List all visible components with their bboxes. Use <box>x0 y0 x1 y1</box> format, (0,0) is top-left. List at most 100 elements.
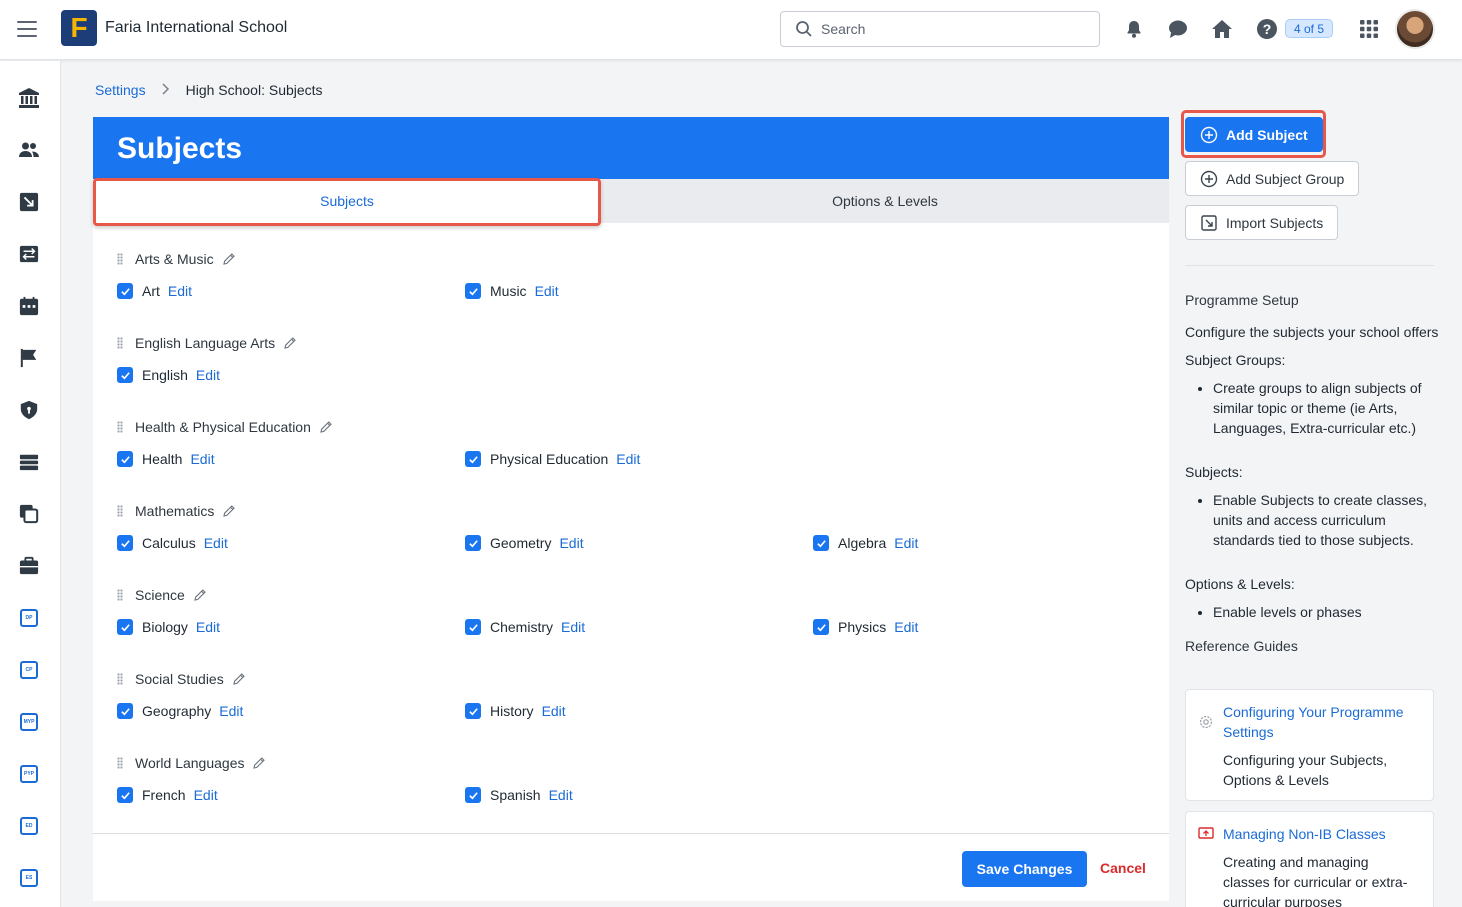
import-subjects-button[interactable]: Import Subjects <box>1185 205 1339 240</box>
drag-handle-icon[interactable] <box>117 505 123 517</box>
subject-checkbox[interactable] <box>465 451 481 467</box>
edit-subject-link[interactable]: Edit <box>190 451 214 467</box>
pencil-icon[interactable] <box>222 504 236 518</box>
add-subject-button[interactable]: Add Subject <box>1185 117 1323 152</box>
school-name[interactable]: Faria International School <box>105 19 287 37</box>
subject-checkbox[interactable] <box>465 283 481 299</box>
card-header: Subjects <box>93 117 1169 179</box>
edit-subject-link[interactable]: Edit <box>616 451 640 467</box>
checkmark-icon <box>120 371 130 379</box>
drag-handle-icon[interactable] <box>117 337 123 349</box>
people-icon[interactable] <box>18 139 40 161</box>
subject-checkbox[interactable] <box>117 451 133 467</box>
guide-link[interactable]: Configuring Your Programme Settings <box>1223 702 1419 742</box>
pencil-icon[interactable] <box>252 756 266 770</box>
subject-item: Biology Edit <box>117 617 220 637</box>
cancel-button[interactable]: Cancel <box>1100 860 1146 876</box>
drag-handle-icon[interactable] <box>117 757 123 769</box>
programme-cp-icon[interactable]: CP <box>18 659 40 681</box>
briefcase-icon[interactable] <box>18 555 40 577</box>
subject-checkbox[interactable] <box>117 283 133 299</box>
school-logo[interactable]: F <box>61 10 97 46</box>
chat-icon[interactable] <box>1166 17 1190 41</box>
page-title: Subjects <box>117 131 243 165</box>
pencil-icon[interactable] <box>319 420 333 434</box>
programme-es-icon[interactable]: ES <box>18 867 40 889</box>
right-panel-divider <box>1185 265 1434 266</box>
edit-subject-link[interactable]: Edit <box>535 283 559 299</box>
subject-name: Physical Education <box>490 451 609 467</box>
subject-checkbox[interactable] <box>117 787 133 803</box>
subject-item: Music Edit <box>465 281 559 301</box>
subject-checkbox[interactable] <box>465 703 481 719</box>
edit-subject-link[interactable]: Edit <box>196 619 220 635</box>
subject-checkbox[interactable] <box>117 535 133 551</box>
subject-checkbox[interactable] <box>813 619 829 635</box>
menu-icon[interactable] <box>17 21 37 37</box>
drag-handle-icon[interactable] <box>117 589 123 601</box>
search-input[interactable] <box>821 21 1081 37</box>
flag-icon[interactable] <box>18 347 40 369</box>
subject-item: French Edit <box>117 785 218 805</box>
edit-subject-link[interactable]: Edit <box>894 619 918 635</box>
breadcrumb-settings-link[interactable]: Settings <box>95 82 146 98</box>
edit-subject-link[interactable]: Edit <box>168 283 192 299</box>
save-changes-button[interactable]: Save Changes <box>962 851 1087 887</box>
edit-subject-link[interactable]: Edit <box>561 619 585 635</box>
subject-group-name: Science <box>135 587 185 603</box>
edit-subject-link[interactable]: Edit <box>542 703 566 719</box>
transfer-icon[interactable] <box>18 243 40 265</box>
tab-subjects[interactable]: Subjects <box>93 179 601 223</box>
breadcrumb-current: High School: Subjects <box>185 82 323 98</box>
programme-pyp-icon[interactable]: PYP <box>18 763 40 785</box>
help-icon[interactable]: ? <box>1255 17 1279 41</box>
pencil-icon[interactable] <box>222 252 236 266</box>
tab-options-levels[interactable]: Options & Levels <box>601 179 1169 223</box>
checkmark-icon <box>468 539 478 547</box>
checkmark-icon <box>120 539 130 547</box>
programme-myp-icon[interactable]: MYP <box>18 711 40 733</box>
pencil-icon[interactable] <box>232 672 246 686</box>
programme-dp-icon[interactable]: DP <box>18 607 40 629</box>
school-building-icon[interactable] <box>18 87 40 109</box>
subject-group-name: Health & Physical Education <box>135 419 311 435</box>
drag-handle-icon[interactable] <box>117 673 123 685</box>
subject-checkbox[interactable] <box>813 535 829 551</box>
import-arrow-icon[interactable] <box>18 191 40 213</box>
drag-handle-icon[interactable] <box>117 253 123 265</box>
subject-item: Algebra Edit <box>813 533 918 553</box>
edit-subject-link[interactable]: Edit <box>549 787 573 803</box>
shield-icon[interactable] <box>18 399 40 421</box>
subject-checkbox[interactable] <box>117 619 133 635</box>
subject-name: Music <box>490 283 527 299</box>
subject-checkbox[interactable] <box>465 535 481 551</box>
add-subject-group-button[interactable]: Add Subject Group <box>1185 161 1360 196</box>
edit-subject-link[interactable]: Edit <box>194 787 218 803</box>
pencil-icon[interactable] <box>193 588 207 602</box>
apps-grid-icon[interactable] <box>1357 17 1381 41</box>
pencil-icon[interactable] <box>283 336 297 350</box>
edit-subject-link[interactable]: Edit <box>559 535 583 551</box>
add-subject-label: Add Subject <box>1226 126 1308 143</box>
user-avatar[interactable] <box>1395 9 1435 49</box>
calendar-icon[interactable] <box>18 295 40 317</box>
home-icon[interactable] <box>1210 17 1234 41</box>
help-options-item: Enable levels or phases <box>1213 602 1443 622</box>
help-options-list: Enable levels or phases <box>1185 602 1443 622</box>
bell-icon[interactable] <box>1122 17 1146 41</box>
subject-checkbox[interactable] <box>117 367 133 383</box>
subject-item: Geography Edit <box>117 701 243 721</box>
programme-ed-icon[interactable]: ED <box>18 815 40 837</box>
wallet-icon[interactable] <box>18 451 40 473</box>
edit-subject-link[interactable]: Edit <box>196 367 220 383</box>
guide-link[interactable]: Managing Non-IB Classes <box>1223 824 1419 844</box>
edit-subject-link[interactable]: Edit <box>204 535 228 551</box>
subject-checkbox[interactable] <box>465 619 481 635</box>
edit-subject-link[interactable]: Edit <box>894 535 918 551</box>
subject-checkbox[interactable] <box>465 787 481 803</box>
search-box[interactable] <box>780 11 1100 47</box>
copy-icon[interactable] <box>18 503 40 525</box>
drag-handle-icon[interactable] <box>117 421 123 433</box>
edit-subject-link[interactable]: Edit <box>219 703 243 719</box>
subject-checkbox[interactable] <box>117 703 133 719</box>
